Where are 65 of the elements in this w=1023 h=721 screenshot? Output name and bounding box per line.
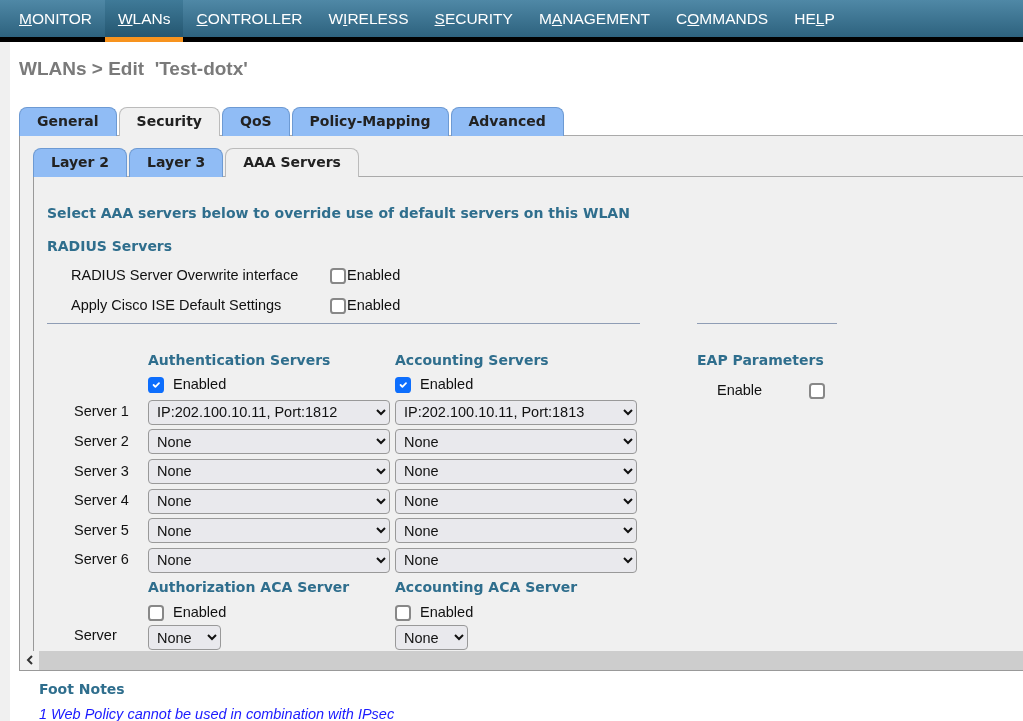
row-label: Server 3 <box>73 461 129 481</box>
column-heading: Accounting Servers <box>395 350 549 370</box>
tab[interactable]: General <box>19 106 117 136</box>
menu-item[interactable]: HELP <box>781 0 848 42</box>
checkbox[interactable] <box>809 383 825 399</box>
column-heading: Authorization ACA Server <box>148 578 350 598</box>
option-label: Apply Cisco ISE Default Settings <box>71 295 283 315</box>
column-heading: EAP Parameters <box>697 350 824 370</box>
row-label: Server 1 <box>73 402 129 422</box>
tab[interactable]: QoS <box>222 106 290 136</box>
option-label: RADIUS Server Overwrite interface <box>71 265 300 285</box>
scroll-left-icon[interactable] <box>25 655 34 665</box>
checkbox-label: Enabled <box>347 295 401 315</box>
checkbox[interactable] <box>330 297 346 314</box>
server-select[interactable]: None <box>395 518 637 544</box>
server-select[interactable]: IP:202.100.10.11, Port:1813 <box>395 399 637 425</box>
tab[interactable]: Layer 3 <box>129 147 224 177</box>
server-select[interactable]: None <box>395 488 637 514</box>
menu-item[interactable]: SECURITY <box>421 0 526 42</box>
server-select[interactable]: None <box>395 625 468 651</box>
footnote-text: 1 Web Policy cannot be used in combination with IPsec <box>39 704 396 721</box>
checkbox[interactable] <box>330 267 346 284</box>
menu-item[interactable]: MONITOR <box>6 0 105 42</box>
server-select[interactable]: None <box>395 459 637 484</box>
footnotes-heading: Foot Notes <box>39 679 126 699</box>
row-label: Server 4 <box>73 491 129 511</box>
column-heading: Accounting ACA Server <box>395 578 578 598</box>
checkbox-label: Enabled <box>420 375 474 395</box>
checkbox-label: Enabled <box>173 375 227 395</box>
menu-item[interactable]: WLANs <box>104 0 184 42</box>
server-select[interactable]: None <box>148 429 390 455</box>
tab[interactable]: Policy-Mapping <box>291 106 449 136</box>
row-label: Server <box>73 626 117 646</box>
checkbox[interactable] <box>148 604 164 621</box>
checkbox-label: Enabled <box>173 602 227 622</box>
tab[interactable]: Layer 2 <box>33 147 128 177</box>
server-select[interactable]: IP:202.100.10.11, Port:1812 <box>148 399 390 425</box>
section-heading: RADIUS Servers <box>47 236 174 256</box>
menu-item[interactable]: MANAGEMENT <box>525 0 664 42</box>
checkbox-label: Enabled <box>347 265 401 285</box>
server-select[interactable]: None <box>148 488 390 514</box>
server-select[interactable]: None <box>395 429 637 455</box>
server-select[interactable]: None <box>148 625 221 651</box>
checkbox[interactable] <box>395 377 411 393</box>
server-select[interactable]: None <box>148 547 390 573</box>
menu-item[interactable]: WIRELESS <box>315 0 422 42</box>
row-label: Server 6 <box>73 550 129 570</box>
checkbox[interactable] <box>395 604 411 621</box>
row-label: Server 5 <box>73 520 129 540</box>
page-title: WLANs > Edit 'Test-dotx' <box>19 57 249 81</box>
tab[interactable]: AAA Servers <box>225 147 359 177</box>
intro-text: Select AAA servers below to override use of default servers on this WLAN <box>47 203 631 223</box>
tab[interactable]: Security <box>118 106 220 136</box>
server-select[interactable]: None <box>148 459 390 484</box>
checkbox-label: Enabled <box>420 602 474 622</box>
checkbox[interactable] <box>148 377 164 393</box>
server-select[interactable]: None <box>395 547 637 573</box>
menu-item[interactable]: COMMANDS <box>663 0 782 42</box>
horizontal-scrollbar[interactable] <box>20 650 1023 670</box>
row-label: Server 2 <box>73 432 129 451</box>
column-heading: Authentication Servers <box>148 350 331 370</box>
menu-item[interactable]: CONTROLLER <box>183 0 316 42</box>
tab[interactable]: Advanced <box>450 106 564 136</box>
server-select[interactable]: None <box>148 518 390 544</box>
checkbox-label: Enable <box>717 381 764 401</box>
